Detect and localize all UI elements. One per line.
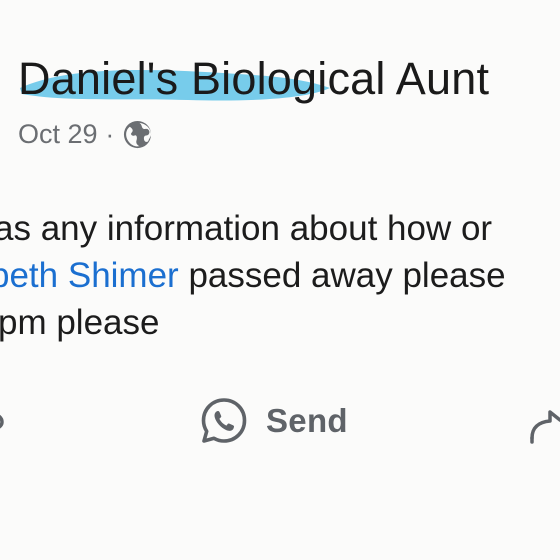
share-button[interactable] [528, 398, 560, 446]
post-text-fragment: passed away please [178, 256, 506, 295]
post-text-line: as any information about how or [0, 209, 493, 248]
meta-separator: · [105, 118, 115, 149]
whatsapp-icon [201, 398, 247, 443]
tagged-person-link[interactable]: beth Shimer [0, 256, 179, 295]
share-icon [530, 410, 560, 444]
send-label: Send [266, 402, 348, 439]
globe-icon[interactable] [122, 119, 153, 150]
send-button[interactable]: Send [198, 392, 348, 450]
post-text-line: pm please [0, 303, 160, 342]
post-date[interactable]: Oct 29 [18, 119, 98, 150]
comment-button[interactable] [0, 396, 6, 446]
post-text-line: beth Shimer passed away please [0, 252, 506, 300]
comment-icon [0, 414, 4, 429]
author-name[interactable]: Daniel's Biological Aunt [18, 50, 489, 108]
post-meta: Oct 29 · [18, 114, 153, 154]
